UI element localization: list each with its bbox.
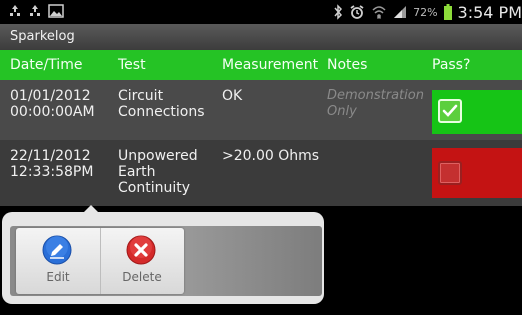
popup-tray: Edit Delete [10,226,322,296]
pass-checkbox[interactable] [438,99,462,123]
edit-button[interactable]: Edit [16,228,101,294]
notes-line: Demonstration [327,88,424,103]
column-header-test[interactable]: Test [118,57,146,73]
row-date: 22/11/2012 [10,148,91,164]
test-line: Unpowered [118,148,198,164]
checkmark-icon [442,104,458,117]
test-line: Continuity [118,180,191,196]
cell-test: Unpowered Earth Continuity [118,148,198,196]
battery-percent: 72% [413,5,438,19]
notes-line: Only [327,104,357,119]
cell-datetime: 01/01/2012 00:00:00AM [10,88,95,120]
quick-action-popup: Edit Delete [2,212,324,304]
pass-cell [432,90,522,134]
signal-icon [394,6,407,18]
edit-icon [42,235,72,265]
column-header-datetime[interactable]: Date/Time [10,57,82,73]
bluetooth-icon [334,4,343,20]
test-line: Earth [118,164,156,180]
battery-icon [443,4,452,20]
cell-test: Circuit Connections [118,88,205,120]
cell-measurement: OK [222,88,243,104]
column-header-notes[interactable]: Notes [327,57,367,73]
edit-label: Edit [46,270,70,284]
notification-icons [8,4,64,18]
clock: 3:54 PM [457,2,522,22]
app-title: Sparkelog [10,29,75,44]
recycle-icon [10,5,20,16]
test-line: Circuit [118,88,164,104]
recycle-icon [30,5,40,16]
alarm-icon [350,5,364,19]
delete-icon [126,235,156,265]
action-group: Edit Delete [16,228,184,294]
pass-checkbox[interactable] [438,161,462,185]
delete-button[interactable]: Delete [100,228,184,294]
delete-label: Delete [122,270,162,284]
status-bar: 72% 3:54 PM [0,0,522,24]
app-title-bar: Sparkelog [0,24,522,50]
row-time: 00:00:00AM [10,104,95,120]
table-row[interactable]: 01/01/2012 00:00:00AM Circuit Connection… [0,80,522,140]
image-icon [48,4,64,18]
system-indicators: 72% 3:54 PM [333,0,522,24]
wifi-icon [372,6,386,19]
test-line: Connections [118,104,205,120]
cell-notes: Demonstration Only [327,88,424,120]
column-header-measurement[interactable]: Measurement [222,57,318,73]
table-header: Date/Time Test Measurement Notes Pass? [0,50,522,80]
row-date: 01/01/2012 [10,88,91,104]
column-header-pass[interactable]: Pass? [432,57,470,73]
pass-cell [432,148,522,198]
cell-datetime: 22/11/2012 12:33:58PM [10,148,93,180]
row-time: 12:33:58PM [10,164,94,180]
cell-measurement: >20.00 Ohms [222,148,320,164]
table-row[interactable]: 22/11/2012 12:33:58PM Unpowered Earth Co… [0,140,522,206]
